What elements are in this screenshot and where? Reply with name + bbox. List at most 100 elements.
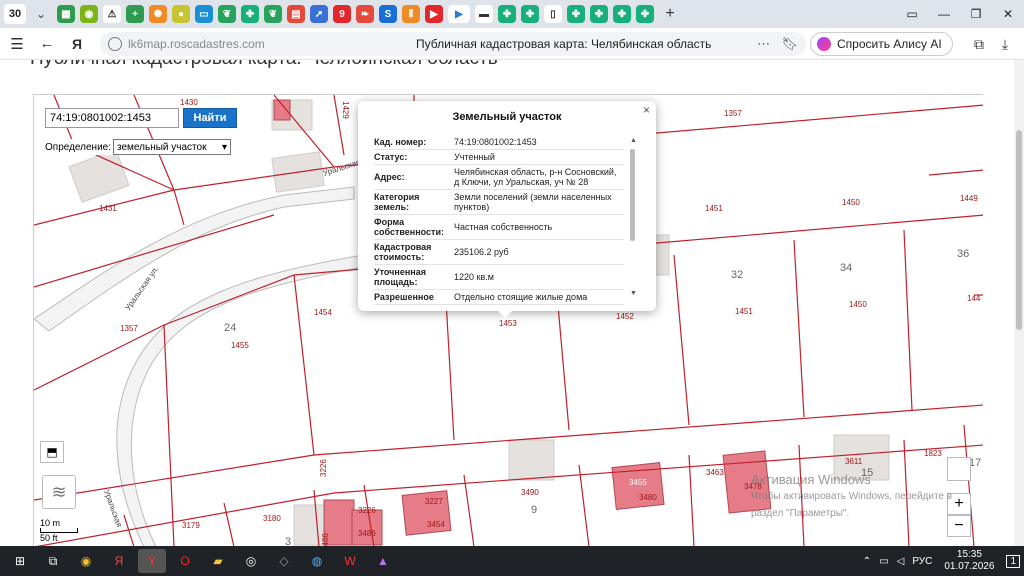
teal3-icon[interactable]: ✤: [521, 5, 539, 23]
yandex-browser-icon[interactable]: Y: [138, 549, 166, 573]
definition-label: Определение:: [45, 141, 112, 153]
language-indicator[interactable]: РУС: [912, 556, 932, 567]
parcel-label: 1431: [99, 204, 117, 213]
teal5-icon[interactable]: ✤: [590, 5, 608, 23]
watermark-line1: Активация Windows: [751, 472, 871, 487]
page-title-tab: Публичная кадастровая карта: Челябинская…: [416, 37, 712, 51]
scroll-up-icon[interactable]: ▲: [630, 137, 637, 144]
info-key: Адрес:: [374, 164, 454, 190]
red-9-icon[interactable]: 9: [333, 5, 351, 23]
leaf2-icon[interactable]: ❦: [264, 5, 282, 23]
close-icon[interactable]: ×: [643, 103, 650, 117]
opera-icon[interactable]: O: [171, 549, 199, 573]
popup-scroll-thumb[interactable]: [630, 149, 635, 241]
tray-chevron-up-icon[interactable]: ⌃: [863, 556, 871, 567]
new-tab-icon[interactable]: +: [660, 4, 680, 24]
parcel-label: 3226: [319, 459, 328, 477]
close-icon[interactable]: ✕: [992, 0, 1024, 28]
screen-icon[interactable]: ▭: [195, 5, 213, 23]
app-purple-icon[interactable]: ▲: [369, 549, 397, 573]
page-scroll-thumb[interactable]: [1016, 130, 1022, 330]
volume-icon[interactable]: ◁: [897, 556, 905, 567]
page-icon[interactable]: ▯: [544, 5, 562, 23]
lime-icon[interactable]: ◉: [80, 5, 98, 23]
parcel-label: 1452: [616, 312, 634, 321]
info-row: Категория земель: Земли поселений (земли …: [374, 189, 624, 215]
yellow-circle-icon[interactable]: ●: [172, 5, 190, 23]
messenger-icon[interactable]: ◍: [303, 549, 331, 573]
teal6-icon[interactable]: ✤: [613, 5, 631, 23]
parcel-label: 1450: [849, 300, 867, 309]
bookmark-menu-icon[interactable]: ▭: [896, 0, 928, 28]
parcel-label: 3179: [182, 521, 200, 530]
app-icon[interactable]: ◇: [270, 549, 298, 573]
sun-icon[interactable]: ✺: [149, 5, 167, 23]
page-scrollbar[interactable]: [1014, 60, 1024, 546]
parcel-label: 3611: [845, 457, 863, 466]
teal7-icon[interactable]: ✤: [636, 5, 654, 23]
orange-bars-icon[interactable]: ⦀: [402, 5, 420, 23]
popup-scrollbar[interactable]: ▲ ▼: [630, 137, 637, 297]
definition-select[interactable]: земельный участок ▾: [113, 139, 232, 155]
info-value: Учтенный: [454, 149, 624, 165]
popup-title: Земельный участок: [452, 111, 562, 123]
info-value: Отдельно стоящие жилые дома: [454, 289, 624, 305]
parcel-label: 3455: [629, 478, 647, 487]
parcel-label: 1357: [120, 324, 138, 333]
more-icon[interactable]: ⋯: [757, 36, 770, 52]
address-bar: ☰ ← Я lk6map.roscadastres.com Публичная …: [0, 28, 1024, 60]
minimize-icon[interactable]: —: [928, 0, 960, 28]
scroll-down-icon[interactable]: ▼: [630, 290, 637, 297]
leaf-icon[interactable]: ❦: [218, 5, 236, 23]
info-row: Кадастровая стоимость: 235106.2 руб: [374, 239, 624, 265]
search-row: Найти: [45, 108, 237, 128]
pdf-icon[interactable]: ▤: [287, 5, 305, 23]
info-value: 1220 кв.м: [454, 264, 624, 290]
menu-icon[interactable]: ☰: [4, 31, 30, 57]
tab-count-badge[interactable]: 30: [4, 4, 26, 24]
parcel-label: 3480: [639, 493, 657, 502]
back-icon[interactable]: ←: [34, 31, 60, 57]
red-play-icon[interactable]: ▶: [425, 5, 443, 23]
chrome-icon[interactable]: ◉: [72, 549, 100, 573]
restore-icon[interactable]: ❐: [960, 0, 992, 28]
flag-ru-icon[interactable]: ▬: [475, 5, 493, 23]
teal2-icon[interactable]: ✤: [498, 5, 516, 23]
notification-icon[interactable]: 1: [1006, 554, 1020, 568]
blue-s-icon[interactable]: S: [379, 5, 397, 23]
bird-icon[interactable]: ❧: [356, 5, 374, 23]
yandex-logo-icon[interactable]: Я: [64, 31, 90, 57]
collections-icon[interactable]: ⧉: [966, 32, 992, 56]
teal-icon[interactable]: ✤: [241, 5, 259, 23]
task-view-icon[interactable]: ⧉: [39, 549, 67, 573]
green-sheet-icon[interactable]: ▦: [57, 5, 75, 23]
download-icon[interactable]: ⤓: [992, 32, 1018, 56]
yandex-icon[interactable]: Я: [105, 549, 133, 573]
arrow-blue-icon[interactable]: ➚: [310, 5, 328, 23]
fullscreen-button[interactable]: ⬒: [40, 441, 64, 463]
windows-start-icon[interactable]: ⊞: [6, 549, 34, 573]
clock[interactable]: 15:35 01.07.2026: [944, 549, 994, 573]
info-value: Земли поселений (земли населенных пункто…: [454, 189, 624, 215]
find-button[interactable]: Найти: [183, 108, 237, 128]
cadastral-search-input[interactable]: [45, 108, 179, 128]
info-key: Кадастровая стоимость:: [374, 239, 454, 265]
info-key: Кад. номер:: [374, 135, 454, 150]
red-play2-icon[interactable]: ▶: [448, 5, 470, 23]
bookmark-icon[interactable]: 🔖︎: [781, 36, 798, 52]
warning-icon[interactable]: ⚠: [103, 5, 121, 23]
plus-green-icon[interactable]: +: [126, 5, 144, 23]
parcel-label: 36: [957, 248, 969, 260]
windows-taskbar: ⊞ ⧉ ◉ Я Y O ▰ ◎ ◇ ◍ W ▲ ⌃ ▭ ◁ РУС 15:35 …: [0, 546, 1024, 576]
url-field[interactable]: lk6map.roscadastres.com Публичная кадаст…: [100, 32, 806, 56]
network-icon[interactable]: ▭: [879, 556, 888, 567]
wps-icon[interactable]: W: [336, 549, 364, 573]
layers-button[interactable]: ≋: [42, 475, 76, 509]
chevron-down-icon[interactable]: ⌄: [30, 4, 52, 24]
ask-alice-button[interactable]: Спросить Алису AI: [810, 32, 953, 56]
parcel-label: 1357: [724, 109, 742, 118]
teal4-icon[interactable]: ✤: [567, 5, 585, 23]
camera-icon[interactable]: ◎: [237, 549, 265, 573]
site-info-icon[interactable]: [108, 37, 122, 51]
explorer-folder-icon[interactable]: ▰: [204, 549, 232, 573]
